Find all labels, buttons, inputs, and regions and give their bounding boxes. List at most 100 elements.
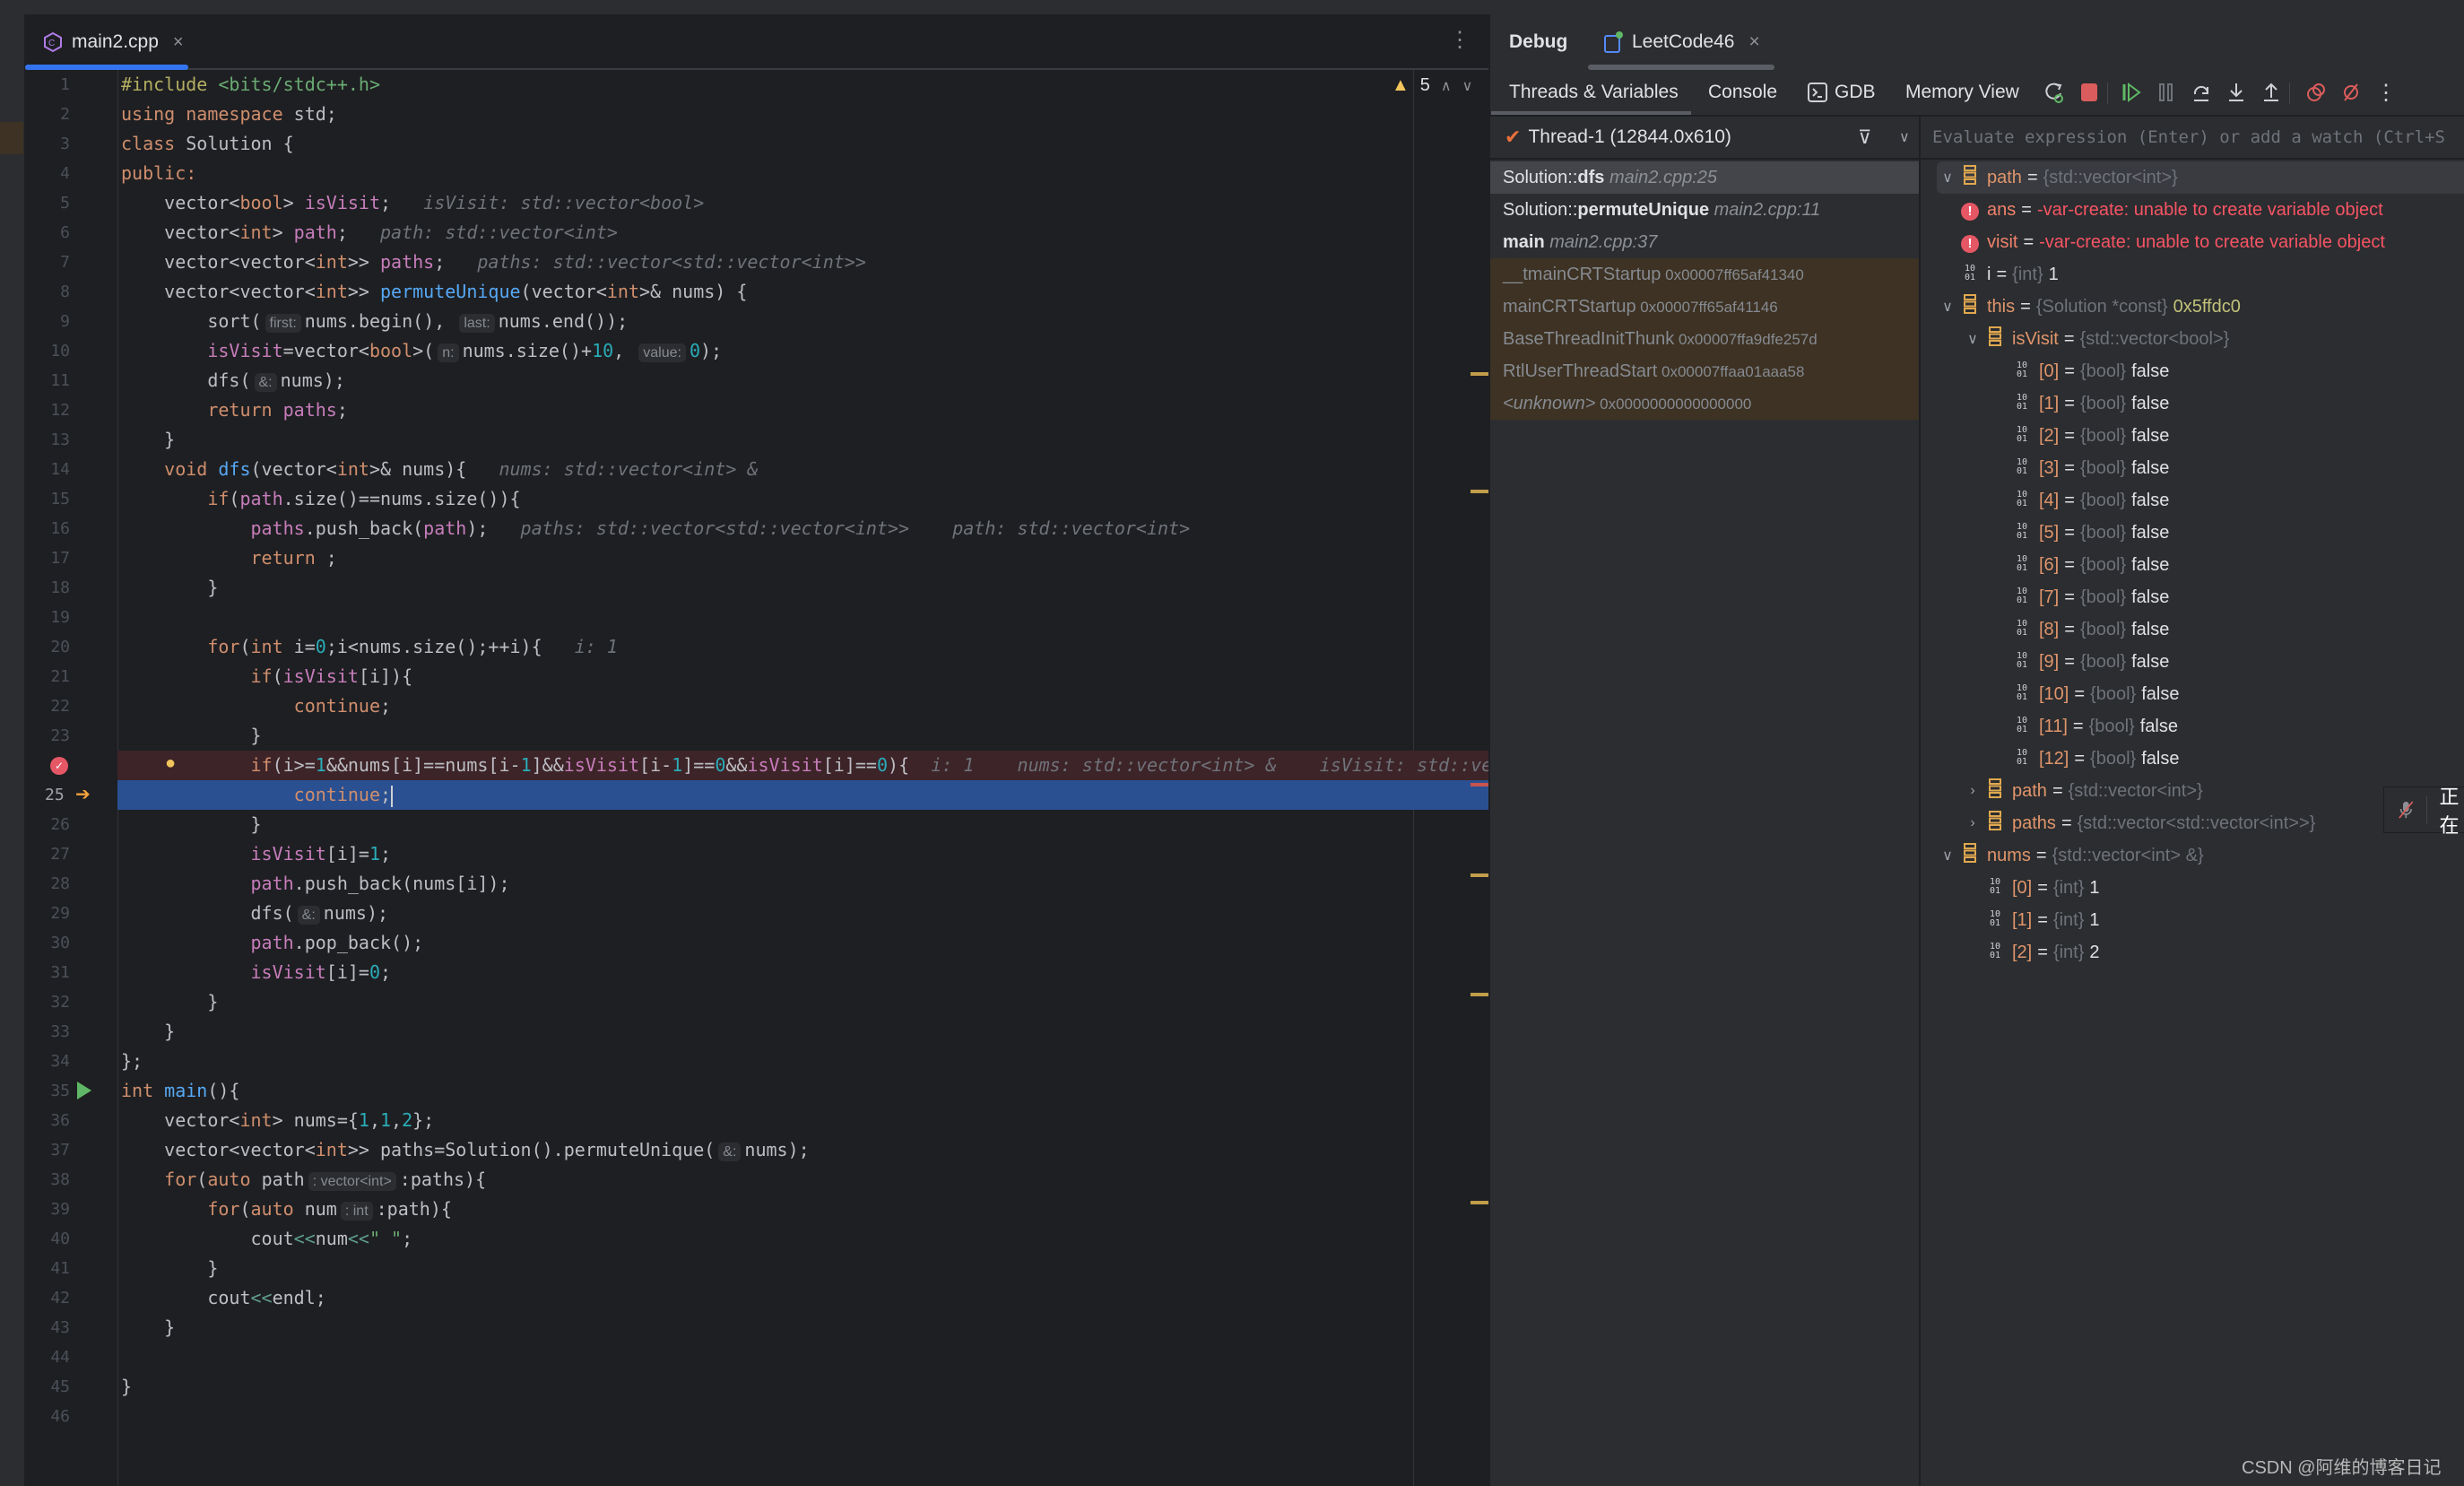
code-line[interactable]: } bbox=[121, 425, 1488, 455]
variable-row[interactable]: 10 01 [6] = {bool} false bbox=[1921, 549, 2464, 581]
chevron-down-icon[interactable]: ∨ bbox=[1962, 330, 1983, 348]
variable-row[interactable]: ∨ nums = {std::vector<int> &} bbox=[1921, 839, 2464, 872]
stack-frame[interactable]: Solution::permuteUnique main2.cpp:11 bbox=[1490, 194, 1919, 226]
code-line[interactable]: } bbox=[121, 1372, 1488, 1402]
code-line[interactable]: vector<int> path; path: std::vector<int> bbox=[121, 218, 1488, 248]
mute-breakpoints-icon[interactable] bbox=[2338, 79, 2364, 106]
code-line[interactable]: public: bbox=[121, 159, 1488, 188]
mic-muted-icon[interactable] bbox=[2399, 798, 2414, 821]
code-line[interactable]: dfs(&: nums); bbox=[121, 899, 1488, 928]
variable-row[interactable]: 10 01 [4] = {bool} false bbox=[1921, 484, 2464, 517]
code-line[interactable]: } bbox=[121, 810, 1488, 839]
error-stripe-mark[interactable] bbox=[1471, 993, 1488, 996]
variable-row[interactable]: ∨ path = {std::vector<int>} bbox=[1921, 161, 2464, 194]
code-line[interactable]: return ; bbox=[121, 543, 1488, 573]
variable-row[interactable]: ∨ this = {Solution *const} 0x5ffdc0 bbox=[1921, 291, 2464, 323]
code-line[interactable]: int main(){ bbox=[121, 1076, 1488, 1106]
rerun-icon[interactable] bbox=[2041, 79, 2068, 106]
code-line[interactable]: vector<vector<int>> paths=Solution().per… bbox=[121, 1135, 1488, 1165]
code-line[interactable]: } bbox=[121, 987, 1488, 1017]
error-stripe-mark[interactable] bbox=[1471, 1201, 1488, 1204]
variable-row[interactable]: 10 01 [0] = {int} 1 bbox=[1921, 872, 2464, 904]
code-line[interactable] bbox=[121, 1343, 1488, 1372]
code-line[interactable]: #include <bits/stdc++.h> bbox=[121, 70, 1488, 100]
code-line[interactable]: if(path.size()==nums.size()){ bbox=[121, 484, 1488, 514]
code-line[interactable]: cout<<endl; bbox=[121, 1283, 1488, 1313]
run-icon[interactable] bbox=[77, 1082, 91, 1099]
code-line[interactable]: } bbox=[121, 1254, 1488, 1283]
tab-threads-variables[interactable]: Threads & Variables bbox=[1509, 70, 1679, 115]
stack-frame[interactable]: mainCRTStartup 0x00007ff65af41146 bbox=[1490, 291, 1919, 323]
code-line[interactable]: if(i>=1&&nums[i]==nums[i-1]&&isVisit[i-1… bbox=[121, 751, 1489, 780]
stop-icon[interactable] bbox=[2076, 79, 2103, 106]
code-line[interactable]: class Solution { bbox=[121, 129, 1488, 159]
code-line[interactable]: cout<<num<<" "; bbox=[121, 1224, 1488, 1254]
code-line[interactable]: continue; bbox=[121, 691, 1488, 721]
code-line[interactable]: } bbox=[121, 721, 1488, 751]
thread-selector[interactable]: ✔ Thread-1 (12844.0x610) ⊽ ∨ bbox=[1490, 115, 1919, 160]
variable-row[interactable]: 10 01 [12] = {bool} false bbox=[1921, 743, 2464, 775]
code-line[interactable]: for(int i=0;i<nums.size();++i){ i: 1 bbox=[121, 632, 1488, 662]
variable-row[interactable]: 10 01 [2] = {int} 2 bbox=[1921, 936, 2464, 969]
code-line[interactable]: } bbox=[121, 573, 1488, 603]
evaluate-expression-input[interactable]: Evaluate expression (Enter) or add a wat… bbox=[1921, 115, 2464, 160]
code-line[interactable]: using namespace std; bbox=[121, 100, 1488, 129]
more-icon[interactable]: ⋮ bbox=[2373, 79, 2399, 106]
resume-icon[interactable] bbox=[2118, 79, 2145, 106]
tab-console[interactable]: Console bbox=[1708, 70, 1777, 115]
code-line[interactable]: vector<int> nums={1,1,2}; bbox=[121, 1106, 1488, 1135]
tab-memory-view[interactable]: Memory View bbox=[1905, 70, 2019, 115]
code-line[interactable]: continue; bbox=[121, 780, 1488, 810]
code-line[interactable] bbox=[121, 1402, 1488, 1431]
variable-row[interactable]: 10 01 [0] = {bool} false bbox=[1921, 355, 2464, 387]
chevron-right-icon[interactable]: › bbox=[1962, 815, 1983, 831]
code-line[interactable]: }; bbox=[121, 1047, 1488, 1076]
chevron-down-icon[interactable]: ∨ bbox=[1937, 847, 1958, 865]
variable-row[interactable]: ! visit = -var-create: unable to create var… bbox=[1921, 226, 2464, 258]
stack-frame[interactable]: BaseThreadInitThunk 0x00007ffa9dfe257d bbox=[1490, 323, 1919, 355]
stack-frame[interactable]: RtlUserThreadStart 0x00007ffaa01aaa58 bbox=[1490, 355, 1919, 387]
filter-icon[interactable]: ⊽ bbox=[1858, 126, 1871, 149]
view-breakpoints-icon[interactable] bbox=[2303, 79, 2330, 106]
code-line[interactable]: } bbox=[121, 1017, 1488, 1047]
code-line[interactable]: sort(first: nums.begin(), last: nums.end()… bbox=[121, 307, 1488, 336]
code-line[interactable]: isVisit=vector<bool>(n: nums.size()+10, v… bbox=[121, 336, 1488, 366]
code-line[interactable]: dfs(&: nums); bbox=[121, 366, 1488, 395]
error-stripe-mark[interactable] bbox=[1471, 873, 1488, 877]
chevron-right-icon[interactable]: › bbox=[1962, 783, 1983, 799]
variable-row[interactable]: ∨ isVisit = {std::vector<bool>} bbox=[1921, 323, 2464, 355]
voice-input-overlay[interactable]: 正在 bbox=[2383, 786, 2464, 837]
code-line[interactable]: paths.push_back(path); paths: std::vecto… bbox=[121, 514, 1488, 543]
code-line[interactable]: path.push_back(nums[i]); bbox=[121, 869, 1488, 899]
code-line[interactable]: path.pop_back(); bbox=[121, 928, 1488, 958]
variable-row[interactable]: 10 01 [7] = {bool} false bbox=[1921, 581, 2464, 613]
step-over-icon[interactable] bbox=[2188, 79, 2215, 106]
tab-gdb[interactable]: GDB bbox=[1808, 70, 1876, 115]
tab-close-icon[interactable]: × bbox=[1748, 31, 1759, 53]
code-line[interactable]: vector<bool> isVisit; isVisit: std::vect… bbox=[121, 188, 1488, 218]
tab-main2-cpp[interactable]: C main2.cpp × bbox=[43, 14, 184, 70]
chevron-down-icon[interactable]: ∨ bbox=[1937, 169, 1958, 187]
variable-row[interactable]: 10 01 [1] = {bool} false bbox=[1921, 387, 2464, 420]
chevron-down-icon[interactable]: ∨ bbox=[1899, 128, 1910, 146]
code-line[interactable]: void dfs(vector<int>& nums){ nums: std::… bbox=[121, 455, 1488, 484]
breakpoint-icon[interactable]: ✓ bbox=[50, 757, 68, 775]
error-stripe-mark[interactable] bbox=[1471, 372, 1488, 376]
pause-icon[interactable] bbox=[2153, 79, 2180, 106]
step-out-icon[interactable] bbox=[2258, 79, 2285, 106]
code-line[interactable]: if(isVisit[i]){ bbox=[121, 662, 1488, 691]
variable-row[interactable]: 10 01 i = {int} 1 bbox=[1921, 258, 2464, 291]
variable-row[interactable]: 10 01 [3] = {bool} false bbox=[1921, 452, 2464, 484]
code-line[interactable]: vector<vector<int>> paths; paths: std::v… bbox=[121, 248, 1488, 277]
error-stripe-mark[interactable] bbox=[1471, 783, 1488, 786]
variable-row[interactable]: 10 01 [10] = {bool} false bbox=[1921, 678, 2464, 710]
code-line[interactable]: for(auto path: vector<int>:paths){ bbox=[121, 1165, 1488, 1195]
variable-row[interactable]: 10 01 [11] = {bool} false bbox=[1921, 710, 2464, 743]
stack-frame[interactable]: <unknown> 0x0000000000000000 bbox=[1490, 387, 1919, 420]
variable-row[interactable]: 10 01 [9] = {bool} false bbox=[1921, 646, 2464, 678]
stack-frame[interactable]: main main2.cpp:37 bbox=[1490, 226, 1919, 258]
code-line[interactable] bbox=[121, 603, 1488, 632]
variable-row[interactable]: 10 01 [5] = {bool} false bbox=[1921, 517, 2464, 549]
stack-frame[interactable]: Solution::dfs main2.cpp:25 bbox=[1490, 161, 1919, 194]
tab-close-icon[interactable]: × bbox=[173, 32, 184, 53]
